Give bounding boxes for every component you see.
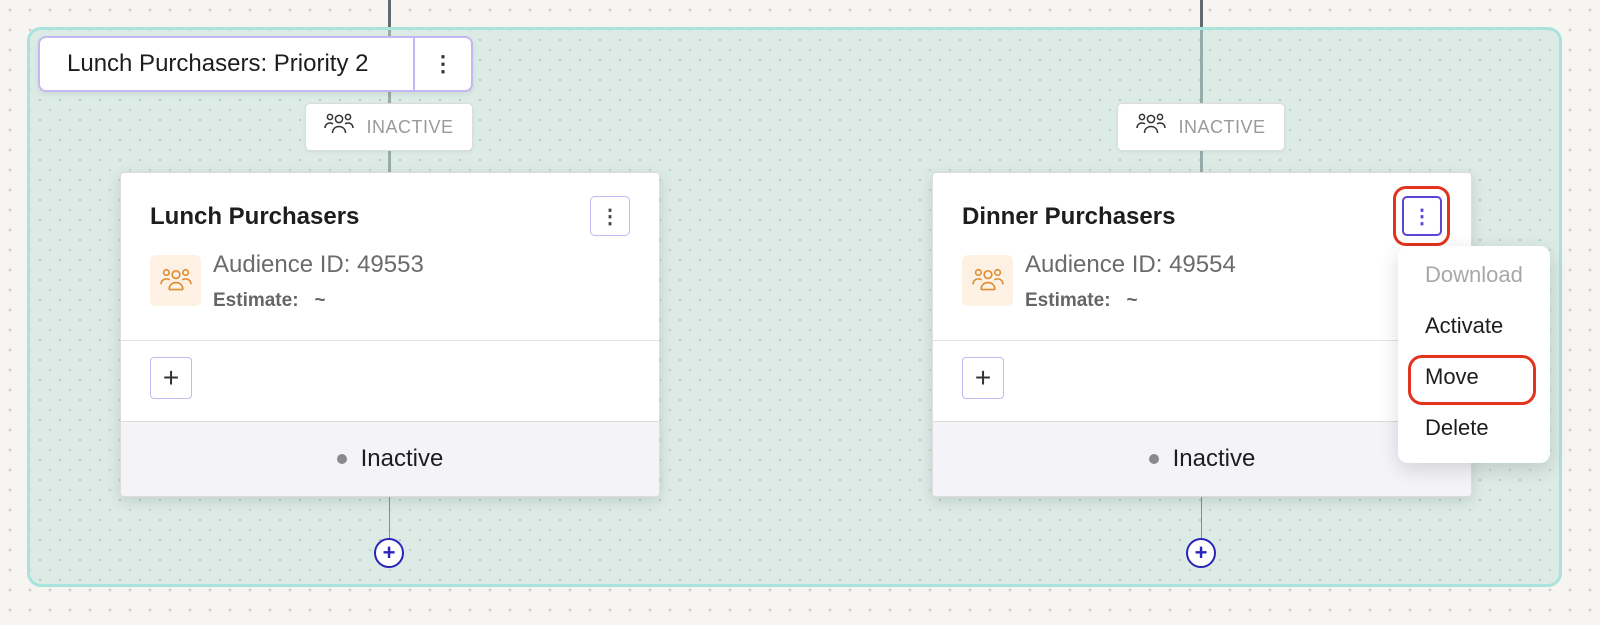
add-condition-button[interactable]: +: [150, 357, 192, 399]
estimate: Estimate: ~: [213, 290, 326, 312]
divider: [933, 340, 1471, 341]
card-menu-button[interactable]: ⋮: [1402, 196, 1442, 236]
status-chip-label: INACTIVE: [366, 116, 454, 137]
group-title[interactable]: Lunch Purchasers: Priority 2: [40, 38, 413, 90]
menu-item-delete[interactable]: Delete: [1425, 415, 1489, 441]
people-group-icon: [1136, 112, 1167, 143]
estimate-label: Estimate:: [213, 290, 299, 311]
add-node-button-left[interactable]: +: [374, 538, 404, 568]
connector-line-bottom-right: [1201, 497, 1202, 539]
status-dot-icon: [1148, 454, 1159, 464]
add-node-button-right[interactable]: +: [1186, 538, 1216, 568]
connector-line-bottom-left: [389, 497, 390, 539]
estimate-value: ~: [1126, 290, 1138, 311]
status-label: Inactive: [1172, 445, 1256, 472]
status-chip-label: INACTIVE: [1178, 116, 1266, 137]
menu-item-activate[interactable]: Activate: [1425, 313, 1503, 339]
estimate-label: Estimate:: [1025, 290, 1111, 311]
group-menu-button[interactable]: ⋮: [413, 38, 471, 90]
estimate-value: ~: [314, 290, 326, 311]
move-highlight-ring: [1408, 355, 1536, 405]
status-chip-left: INACTIVE: [305, 103, 473, 151]
card-status-footer: Inactive: [933, 421, 1471, 496]
status-dot-icon: [336, 454, 347, 464]
audience-card-lunch[interactable]: Lunch Purchasers ⋮ Audience ID: 49553 Es…: [120, 172, 660, 497]
card-title: Dinner Purchasers: [962, 203, 1176, 230]
audience-icon: [962, 255, 1013, 306]
add-condition-button[interactable]: +: [962, 357, 1004, 399]
people-group-icon: [324, 112, 355, 143]
estimate: Estimate: ~: [1025, 290, 1138, 312]
audience-card-dinner[interactable]: Dinner Purchasers ⋮ Audience ID: 49554 E…: [932, 172, 1472, 497]
audience-icon: [150, 255, 201, 306]
group-header: Lunch Purchasers: Priority 2 ⋮: [38, 36, 473, 92]
card-title: Lunch Purchasers: [150, 203, 360, 230]
card-status-footer: Inactive: [121, 421, 659, 496]
status-label: Inactive: [360, 445, 444, 472]
audience-id: Audience ID: 49554: [1025, 251, 1236, 278]
card-menu-button[interactable]: ⋮: [590, 196, 630, 236]
menu-item-download: Download: [1425, 262, 1523, 287]
status-chip-right: INACTIVE: [1117, 103, 1285, 151]
audience-id: Audience ID: 49553: [213, 251, 424, 278]
divider: [121, 340, 659, 341]
